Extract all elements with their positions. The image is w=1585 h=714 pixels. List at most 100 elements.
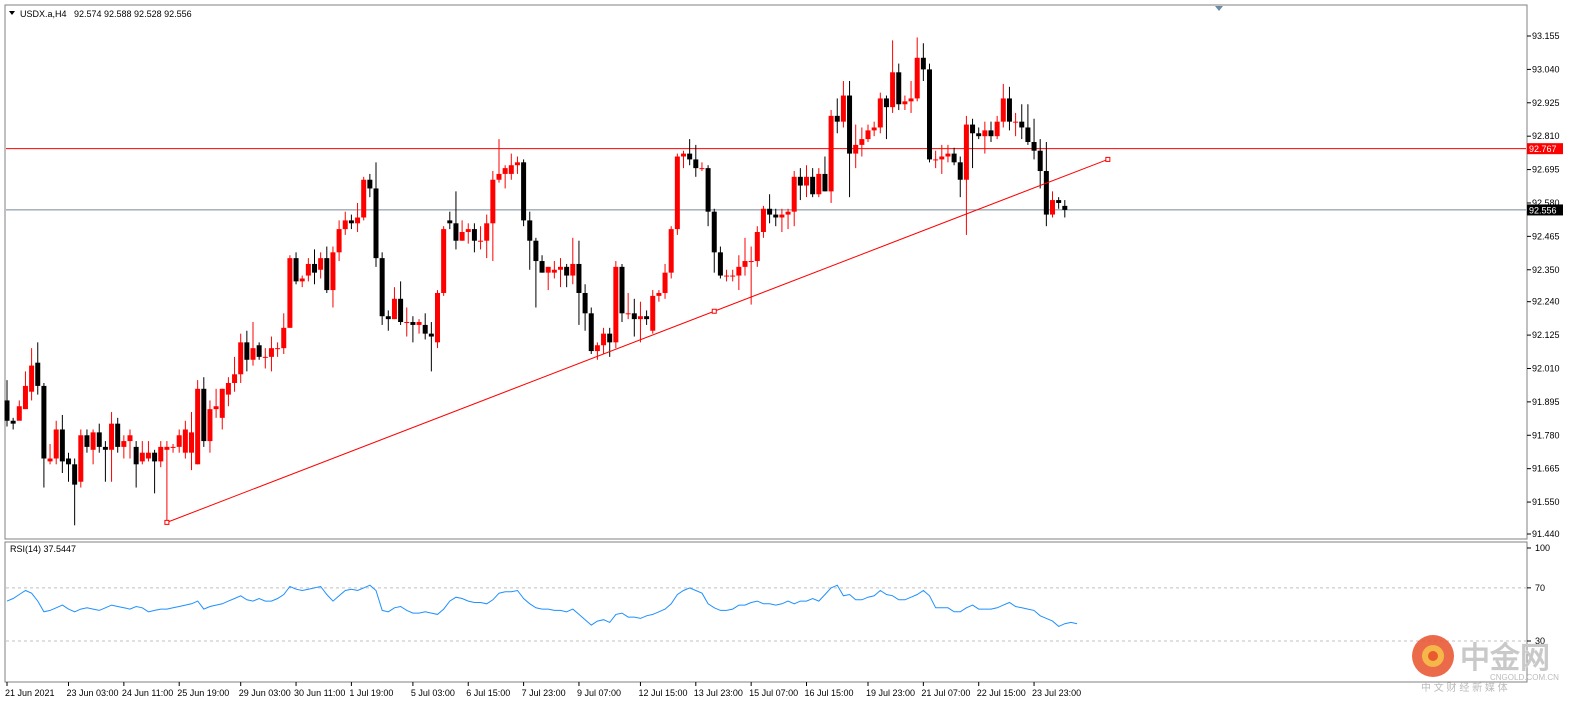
candle-body: [453, 223, 459, 241]
candle-body: [447, 220, 453, 224]
candle-body: [478, 240, 484, 242]
candle-body: [607, 333, 613, 343]
candle-body: [945, 153, 951, 157]
candle-body: [342, 220, 348, 230]
candle: [619, 263, 625, 323]
candle-body: [256, 345, 262, 357]
candle-body: [810, 176, 816, 195]
candle-body: [871, 127, 877, 131]
candle-body: [176, 435, 182, 447]
candle-body: [379, 258, 385, 317]
candle-body: [730, 275, 736, 277]
candle-body: [152, 452, 158, 462]
candle-body: [705, 168, 711, 212]
candle-body: [834, 115, 840, 122]
candle-body: [373, 188, 379, 259]
candle: [674, 153, 680, 235]
logo-core-icon: [1428, 651, 1438, 661]
candle-body: [1037, 150, 1043, 172]
candle-body: [920, 57, 926, 70]
candle-body: [988, 130, 994, 137]
candle-body: [1050, 200, 1055, 215]
candle-body: [121, 441, 127, 447]
y-tick-label: 92.240: [1532, 297, 1560, 307]
trendline-anchor-start: [164, 519, 170, 525]
candle: [588, 307, 594, 354]
candle-body: [637, 316, 643, 320]
candle-body: [1062, 205, 1068, 210]
candle: [441, 226, 447, 296]
candle-body: [158, 446, 164, 462]
candle: [287, 255, 293, 328]
chart-header: USDX.a,H4 92.574 92.588 92.528 92.556: [9, 9, 192, 19]
candle-body: [109, 423, 115, 450]
x-tick-label: 6 Jul 15:00: [466, 688, 510, 698]
candle-body: [78, 435, 84, 482]
y-tick-label: 92.350: [1532, 265, 1560, 275]
candle-body: [281, 327, 287, 349]
candle-body: [10, 420, 16, 424]
x-tick-label: 12 Jul 15:00: [638, 688, 687, 698]
candle-body: [908, 98, 914, 102]
candle-body: [588, 313, 594, 352]
candle-body: [250, 348, 256, 360]
candle-body: [133, 446, 139, 465]
candle: [877, 92, 883, 134]
candle-body: [182, 429, 188, 453]
y-tick-label: 92.925: [1532, 98, 1560, 108]
candle-body: [287, 258, 293, 328]
candle-body: [699, 168, 705, 170]
candle-body: [1056, 200, 1062, 203]
trendline-anchor-mid: [711, 308, 717, 314]
candle-body: [816, 173, 822, 195]
candle-body: [896, 72, 902, 105]
candle-body: [514, 162, 520, 166]
panel-frames: [4, 4, 1528, 683]
candle-body: [90, 432, 96, 450]
candle-body: [201, 388, 207, 442]
candle-body: [398, 298, 404, 323]
candle-body: [748, 261, 754, 263]
candle-body: [951, 153, 957, 163]
x-tick-label: 7 Jul 23:00: [522, 688, 566, 698]
candle: [195, 380, 201, 465]
candle-body: [982, 130, 988, 137]
candle-body: [29, 365, 35, 392]
y-tick-label: 91.895: [1532, 397, 1560, 407]
candle-body: [533, 240, 539, 262]
candle-body: [521, 162, 527, 221]
candle-body: [268, 348, 274, 357]
trendline-anchor-end: [1105, 156, 1111, 162]
candle-body: [293, 258, 299, 282]
candle-body: [471, 229, 477, 241]
candle-body: [742, 261, 748, 267]
y-tick-label: 93.040: [1532, 64, 1560, 74]
candle-body: [939, 156, 945, 160]
price-axis: 93.15593.04092.92592.81092.69592.58092.4…: [1527, 31, 1563, 539]
candle-body: [527, 220, 533, 241]
candle-body: [754, 232, 760, 262]
candle-body: [890, 72, 896, 108]
candle-body: [822, 173, 828, 192]
candle-body: [115, 423, 121, 447]
candle-body: [361, 179, 367, 218]
candle: [613, 261, 619, 349]
candle-body: [933, 159, 939, 161]
candle: [379, 252, 385, 325]
candle-body: [355, 217, 361, 224]
x-tick-label: 9 Jul 07:00: [577, 688, 621, 698]
candle-body: [262, 356, 268, 358]
watermark: 中金网 中 文 财 经 新 媒 体 CNGOLD.COM.CN: [1412, 635, 1559, 694]
candle-body: [693, 159, 699, 169]
y-tick-label: 93.155: [1532, 31, 1560, 41]
y-tick-label: 92.125: [1532, 330, 1560, 340]
candle-body: [804, 176, 809, 186]
candle-body: [613, 266, 619, 343]
candle-body: [927, 69, 932, 160]
x-tick-label: 13 Jul 23:00: [694, 688, 743, 698]
candle-body: [681, 153, 686, 157]
candle-body: [508, 165, 514, 174]
candle-body: [127, 435, 133, 442]
candle-body: [674, 156, 680, 230]
x-tick-label: 24 Jun 11:00: [122, 688, 173, 698]
